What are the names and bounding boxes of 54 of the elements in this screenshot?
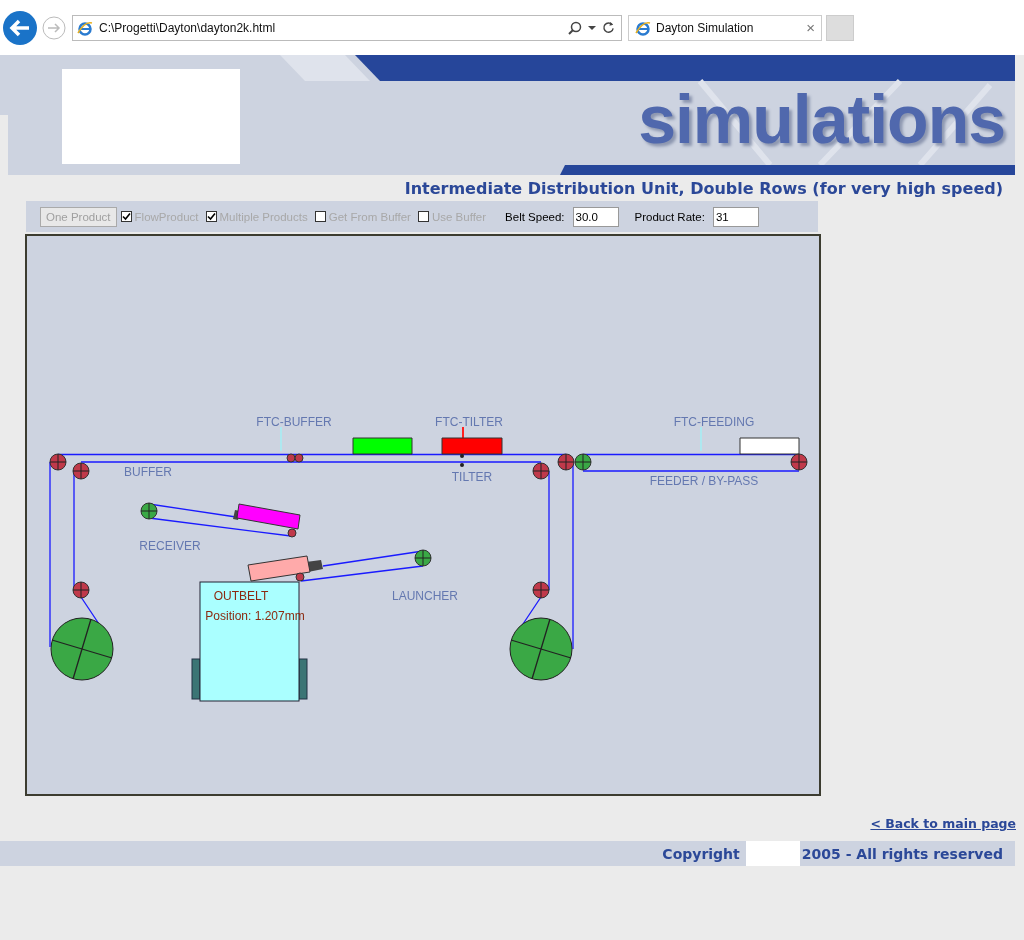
outbelt-cart-drawing (191, 658, 201, 700)
pulley-icon (140, 502, 158, 520)
roller-icon (287, 528, 297, 538)
back-link[interactable]: < Back to main page (870, 814, 1016, 835)
sensor-line (462, 426, 464, 439)
address-bar[interactable]: C:\Progetti\Dayton\dayton2k.html (72, 14, 622, 41)
pulley-icon (532, 581, 550, 599)
page-icon (635, 19, 651, 36)
brand-title: simulations (638, 85, 1006, 153)
pulley-icon (414, 549, 432, 567)
diagram-label: Position: 1.207mm (205, 609, 305, 623)
tab-title: Dayton Simulation (656, 20, 755, 35)
diagram-label: BUFFER (124, 465, 172, 479)
diagram-label: FTC-TILTER (435, 415, 503, 429)
dropdown-icon[interactable] (588, 24, 596, 31)
back-button[interactable] (2, 9, 38, 46)
pulley-icon (72, 462, 90, 480)
diagram-label: FTC-FEEDING (673, 415, 755, 429)
wheel-icon (509, 617, 573, 681)
roller-icon (295, 572, 305, 582)
checkbox-label: FlowProduct (134, 210, 199, 223)
refresh-icon[interactable] (602, 21, 615, 34)
field-label: Belt Speed: (505, 210, 565, 223)
search-icon[interactable] (568, 20, 582, 35)
close-button[interactable]: × (806, 19, 815, 36)
checkbox-label: Get From Buffer (328, 210, 411, 223)
diagram-label: RECEIVER (139, 539, 201, 553)
address-text: C:\Progetti\Dayton\dayton2k.html (99, 20, 277, 35)
pulley-icon (574, 453, 592, 471)
browser-tab[interactable]: Dayton Simulation × (628, 14, 822, 41)
field-label: Product Rate: (634, 210, 705, 223)
diagram-label: TILTER (451, 470, 493, 484)
outbelt-cart-drawing (298, 658, 308, 700)
page-icon (77, 19, 93, 36)
pulley-icon (557, 453, 575, 471)
pulley-icon (72, 581, 90, 599)
page-title: Intermediate Distribution Unit, Double Rows (for very high speed) (404, 179, 1003, 200)
pulley-icon (532, 462, 550, 480)
diagram-label: OUTBELT (213, 589, 269, 603)
copyright-text: Copyright (662, 845, 740, 862)
tilter-dot (460, 454, 464, 458)
diagram-label: LAUNCHER (392, 589, 458, 603)
input-field[interactable]: 30.0 (572, 206, 619, 227)
checkbox-label: Multiple Products (219, 210, 308, 223)
tilter-dot (460, 463, 464, 467)
diagram-label: FEEDER / BY-PASS (649, 474, 759, 488)
input-field[interactable]: 31 (712, 206, 759, 227)
pulley-icon (790, 453, 808, 471)
blank-panel (745, 841, 800, 866)
pulley-icon (49, 453, 67, 471)
checkbox-label: Use Buffer (431, 210, 487, 223)
rights-text: 2005 - All rights reserved (801, 845, 1003, 862)
wheel-icon (50, 617, 114, 681)
diagram-label: FTC-BUFFER (256, 415, 332, 429)
